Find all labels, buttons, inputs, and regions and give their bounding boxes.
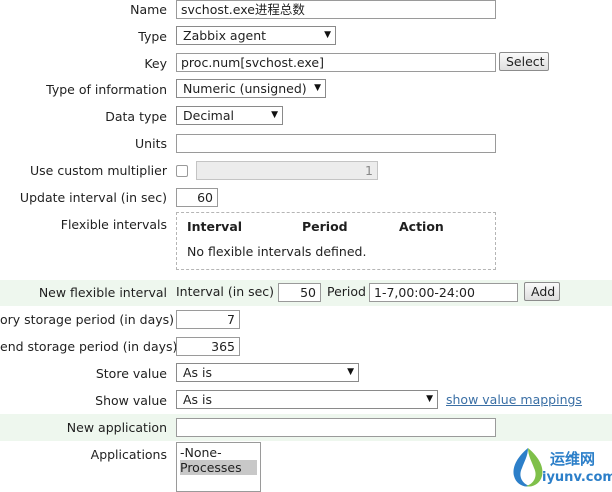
type-of-information-label: Type of information (46, 82, 167, 97)
flexible-intervals-column-period: Period (302, 219, 348, 234)
new-period-input[interactable]: 1-7,00:00-24:00 (369, 283, 518, 302)
name-input[interactable]: svchost.exe进程总数 (176, 0, 496, 19)
chevron-down-icon: ▼ (271, 110, 278, 120)
chevron-down-icon: ▼ (347, 367, 354, 377)
new-application-input[interactable] (176, 418, 496, 437)
units-label: Units (135, 136, 167, 151)
flexible-intervals-empty-text: No flexible intervals defined. (187, 244, 367, 259)
custom-multiplier-checkbox[interactable] (176, 165, 188, 177)
type-select-value: Zabbix agent (183, 28, 267, 43)
flexible-intervals-table: Interval Period Action No flexible inter… (176, 212, 496, 270)
watermark-text-url: iyunv.com (542, 470, 612, 485)
applications-listbox[interactable]: -None- Processes (176, 442, 261, 492)
update-interval-label: Update interval (in sec) (19, 190, 167, 205)
flexible-intervals-label: Flexible intervals (60, 217, 167, 232)
update-interval-input[interactable]: 60 (176, 188, 218, 207)
show-value-mappings-link[interactable]: show value mappings (446, 392, 582, 407)
new-flexible-interval-label: New flexible interval (38, 285, 167, 300)
chevron-down-icon: ▼ (324, 30, 331, 40)
new-interval-input[interactable]: 50 (278, 283, 321, 302)
flexible-intervals-column-interval: Interval (187, 219, 243, 234)
custom-multiplier-input[interactable]: 1 (196, 161, 378, 180)
watermark-text-cn: 运维网 (550, 450, 596, 468)
history-storage-label: ory storage period (in days) (0, 312, 175, 327)
name-label: Name (130, 2, 167, 17)
new-application-label: New application (66, 420, 167, 435)
applications-label: Applications (90, 447, 167, 462)
type-label: Type (138, 29, 167, 44)
type-of-information-value: Numeric (unsigned) (183, 81, 307, 96)
applications-option-processes[interactable]: Processes (180, 460, 257, 475)
chevron-down-icon: ▼ (314, 83, 321, 93)
chevron-down-icon: ▼ (426, 394, 433, 404)
key-input[interactable]: proc.num[svchost.exe] (176, 53, 496, 72)
show-value-select[interactable]: As is ▼ (176, 390, 438, 409)
show-value-label: Show value (95, 393, 167, 408)
data-type-value: Decimal (183, 108, 234, 123)
new-period-label: Period (327, 284, 366, 299)
data-type-label: Data type (105, 109, 167, 124)
select-key-button[interactable]: Select (499, 52, 549, 71)
trend-storage-input[interactable]: 365 (176, 337, 240, 356)
watermark: 运维网 iyunv.com (506, 440, 612, 492)
new-interval-sec-label: Interval (in sec) (176, 284, 275, 299)
store-value-label: Store value (95, 366, 167, 381)
add-flexible-interval-button[interactable]: Add (524, 282, 560, 301)
units-input[interactable] (176, 134, 496, 153)
store-value-select[interactable]: As is ▼ (176, 363, 359, 382)
store-value-value: As is (183, 365, 213, 380)
key-label: Key (144, 56, 167, 71)
data-type-select[interactable]: Decimal ▼ (176, 106, 283, 125)
type-select[interactable]: Zabbix agent ▼ (176, 26, 336, 45)
type-of-information-select[interactable]: Numeric (unsigned) ▼ (176, 79, 326, 98)
history-storage-input[interactable]: 7 (176, 310, 240, 329)
custom-multiplier-label: Use custom multiplier (30, 163, 167, 178)
trend-storage-label: end storage period (in days) (0, 339, 178, 354)
show-value-value: As is (183, 392, 213, 407)
flexible-intervals-column-action: Action (399, 219, 444, 234)
applications-option-none[interactable]: -None- (180, 445, 257, 460)
